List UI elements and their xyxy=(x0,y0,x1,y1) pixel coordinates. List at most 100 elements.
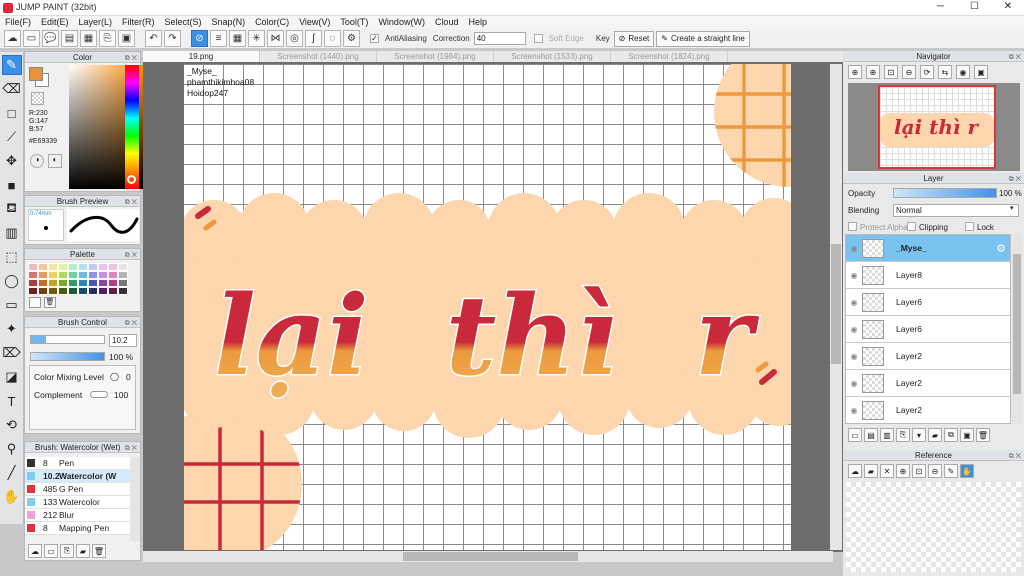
palette-swatch[interactable] xyxy=(28,263,38,271)
comment-icon[interactable]: 💬 xyxy=(42,30,59,47)
menu-help[interactable]: Help xyxy=(468,16,487,29)
brush-size-slider[interactable] xyxy=(30,335,105,344)
visibility-icon[interactable]: ◉ xyxy=(846,406,862,415)
eraser-tool-icon[interactable]: ⌫ xyxy=(2,79,22,99)
palette-swatch[interactable] xyxy=(58,263,68,271)
layer-settings-icon[interactable]: ⚙ xyxy=(996,242,1006,255)
canvas-vertical-scrollbar[interactable] xyxy=(830,64,842,550)
merge-layer-icon[interactable]: ⧉ xyxy=(944,428,958,442)
palette-swatch[interactable] xyxy=(88,279,98,287)
zoom-out-icon[interactable]: ⊖ xyxy=(902,65,916,79)
brush-delete-icon[interactable]: 🗑 xyxy=(92,544,106,558)
select-tool-icon[interactable]: ⬚ xyxy=(2,247,22,267)
menu-edit[interactable]: Edit(E) xyxy=(41,16,69,29)
tab-screenshot-1440[interactable]: Screenshot (1440).png xyxy=(260,51,377,62)
grid-icon[interactable]: ▣ xyxy=(118,30,135,47)
brush-item[interactable]: 8 Mapping Pen xyxy=(25,522,130,535)
ref-hand-icon[interactable]: ✋ xyxy=(960,464,974,478)
palette-swatch[interactable] xyxy=(118,279,128,287)
lock-checkbox[interactable] xyxy=(965,222,974,231)
transparent-swatch[interactable] xyxy=(31,92,44,105)
palette-swatch[interactable] xyxy=(38,271,48,279)
cloud-icon[interactable]: ☁ xyxy=(4,30,21,47)
palette-swatch[interactable] xyxy=(78,279,88,287)
menu-select[interactable]: Select(S) xyxy=(165,16,202,29)
blending-select[interactable]: Normal xyxy=(893,204,1019,217)
redo-icon[interactable]: ↷ xyxy=(164,30,181,47)
fill-rect-tool-icon[interactable]: ■ xyxy=(2,175,22,195)
menu-window[interactable]: Window(W) xyxy=(378,16,425,29)
brush-item[interactable]: 212 Blur xyxy=(25,509,130,522)
palette-swatch[interactable] xyxy=(78,287,88,295)
palette-swatch[interactable] xyxy=(88,287,98,295)
menu-color[interactable]: Color(C) xyxy=(255,16,289,29)
navigator-view[interactable]: lại thì r xyxy=(848,83,1020,171)
lasso-tool-icon[interactable]: ◯ xyxy=(2,271,22,291)
palette-swatch[interactable] xyxy=(68,263,78,271)
layer-row[interactable]: ◉ Layer2 xyxy=(846,343,1010,370)
canvas-horizontal-scrollbar[interactable] xyxy=(143,551,833,562)
ref-eyedropper-icon[interactable]: ✎ xyxy=(944,464,958,478)
close-icon[interactable]: ✕ xyxy=(1004,1,1012,12)
panel-buttons-icon[interactable]: ⧉ ✕ xyxy=(125,318,137,329)
ref-zoom-out-icon[interactable]: ⊖ xyxy=(928,464,942,478)
palette-swatch[interactable] xyxy=(58,287,68,295)
palette-swatch[interactable] xyxy=(38,287,48,295)
flatten-icon[interactable]: ▣ xyxy=(960,428,974,442)
ref-zoom-in-icon[interactable]: ⊕ xyxy=(896,464,910,478)
menu-cloud[interactable]: Cloud xyxy=(435,16,459,29)
move-tool-icon[interactable]: ✥ xyxy=(2,151,22,171)
brush-opacity-slider[interactable] xyxy=(30,352,105,361)
layer-more-icon[interactable]: ▾ xyxy=(912,428,926,442)
open-icon[interactable]: ▤ xyxy=(61,30,78,47)
layer-folder-icon[interactable]: ▰ xyxy=(928,428,942,442)
layer-list-scrollbar[interactable] xyxy=(1012,234,1022,424)
reset-view-icon[interactable]: ◉ xyxy=(956,65,970,79)
layer-opacity-slider[interactable] xyxy=(893,188,997,198)
clipping-checkbox[interactable] xyxy=(907,222,916,231)
ref-open-icon[interactable]: ▰ xyxy=(864,464,878,478)
snap-settings-icon[interactable]: ⚙ xyxy=(343,30,360,47)
palette-swatch[interactable] xyxy=(98,271,108,279)
menu-layer[interactable]: Layer(L) xyxy=(79,16,113,29)
maximize-icon[interactable]: ☐ xyxy=(970,1,979,12)
layer-scroll-thumb[interactable] xyxy=(1013,254,1021,394)
palette-swatch[interactable] xyxy=(98,287,108,295)
new-layer-icon[interactable]: ▭ xyxy=(848,428,862,442)
reference-view[interactable] xyxy=(846,482,1021,572)
color-picker-icon[interactable]: ◐ xyxy=(48,154,62,168)
palette-swatch[interactable] xyxy=(48,287,58,295)
palette-swatch[interactable] xyxy=(78,271,88,279)
menu-tool[interactable]: Tool(T) xyxy=(340,16,368,29)
eyedropper-tool-icon[interactable]: ⚲ xyxy=(2,439,22,459)
visibility-icon[interactable]: ◉ xyxy=(846,244,862,253)
vscroll-thumb[interactable] xyxy=(831,244,841,364)
menu-snap[interactable]: Snap(N) xyxy=(212,16,246,29)
delete-layer-icon[interactable]: 🗑 xyxy=(976,428,990,442)
palette-swatch[interactable] xyxy=(88,263,98,271)
visibility-icon[interactable]: ◉ xyxy=(846,379,862,388)
brush-size-input[interactable]: 10.2 xyxy=(109,334,137,347)
save-icon[interactable]: ▦ xyxy=(80,30,97,47)
gradient-tool-icon[interactable]: ▥ xyxy=(2,223,22,243)
foreground-swatch[interactable] xyxy=(29,67,43,81)
panel-buttons-icon[interactable]: ⧉ ✕ xyxy=(1009,451,1021,462)
drawing-canvas[interactable]: lại thì r _Myse_ phamthikimhoa08 Hoidop2… xyxy=(184,64,791,550)
color-mode-icon[interactable]: ◑ xyxy=(30,154,44,168)
visibility-icon[interactable]: ◉ xyxy=(846,352,862,361)
palette-new-icon[interactable] xyxy=(29,297,41,308)
panel-buttons-icon[interactable]: ⧉ ✕ xyxy=(1009,174,1021,185)
menu-filter[interactable]: Filter(R) xyxy=(122,16,155,29)
visibility-icon[interactable]: ◉ xyxy=(846,271,862,280)
palette-swatch[interactable] xyxy=(48,279,58,287)
color-mixing-toggle[interactable]: ◯ xyxy=(110,372,119,381)
palette-swatch[interactable] xyxy=(108,263,118,271)
blending-dropdown-icon[interactable]: ▾ xyxy=(1010,204,1014,212)
antialiasing-checkbox[interactable]: ✓ xyxy=(370,34,379,43)
minimize-icon[interactable]: ─ xyxy=(937,1,944,12)
brush-item[interactable]: 8 Pen xyxy=(25,457,130,470)
snap-off-icon[interactable]: ⊘ xyxy=(191,30,208,47)
layer-row[interactable]: ◉ Layer2 xyxy=(846,397,1010,423)
brush-folder-icon[interactable]: ▰ xyxy=(76,544,90,558)
panel-buttons-icon[interactable]: ⧉ ✕ xyxy=(125,197,137,208)
